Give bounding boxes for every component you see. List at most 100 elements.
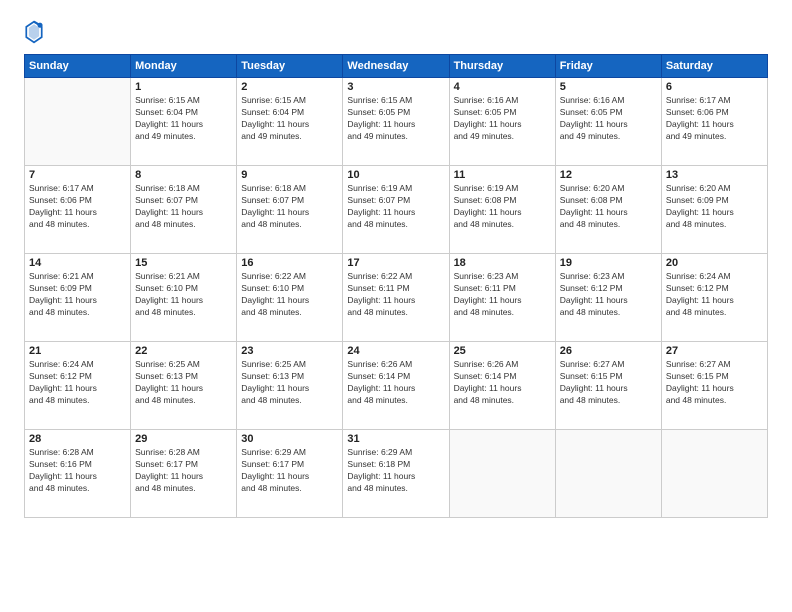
day-number: 26 <box>560 345 657 357</box>
day-info: Sunrise: 6:15 AM Sunset: 6:04 PM Dayligh… <box>241 95 338 143</box>
header <box>24 20 768 44</box>
day-info: Sunrise: 6:15 AM Sunset: 6:05 PM Dayligh… <box>347 95 444 143</box>
calendar-cell: 29 Sunrise: 6:28 AM Sunset: 6:17 PM Dayli… <box>131 430 237 518</box>
day-info: Sunrise: 6:28 AM Sunset: 6:17 PM Dayligh… <box>135 447 232 495</box>
day-number: 20 <box>666 257 763 269</box>
calendar-cell: 27 Sunrise: 6:27 AM Sunset: 6:15 PM Dayli… <box>661 342 767 430</box>
calendar-week-1: 1 Sunrise: 6:15 AM Sunset: 6:04 PM Daylig… <box>25 78 768 166</box>
day-info: Sunrise: 6:18 AM Sunset: 6:07 PM Dayligh… <box>241 183 338 231</box>
calendar-cell: 6 Sunrise: 6:17 AM Sunset: 6:06 PM Daylig… <box>661 78 767 166</box>
calendar-cell: 2 Sunrise: 6:15 AM Sunset: 6:04 PM Daylig… <box>237 78 343 166</box>
day-number: 28 <box>29 433 126 445</box>
calendar-cell: 28 Sunrise: 6:28 AM Sunset: 6:16 PM Dayli… <box>25 430 131 518</box>
calendar-cell: 4Sunrise: 6:16 AM Sunset: 6:05 PM Daylig… <box>449 78 555 166</box>
day-number: 29 <box>135 433 232 445</box>
logo <box>24 20 48 44</box>
calendar-cell: 20 Sunrise: 6:24 AM Sunset: 6:12 PM Dayli… <box>661 254 767 342</box>
day-info: Sunrise: 6:21 AM Sunset: 6:09 PM Dayligh… <box>29 271 126 319</box>
day-info: Sunrise: 6:26 AM Sunset: 6:14 PM Dayligh… <box>347 359 444 407</box>
day-header-wednesday: Wednesday <box>343 55 449 78</box>
calendar-header-row: SundayMondayTuesdayWednesdayThursdayFrid… <box>25 55 768 78</box>
day-header-tuesday: Tuesday <box>237 55 343 78</box>
day-number: 3 <box>347 81 444 93</box>
calendar-cell: 18 Sunrise: 6:23 AM Sunset: 6:11 PM Dayli… <box>449 254 555 342</box>
day-info: Sunrise: 6:19 AM Sunset: 6:08 PM Dayligh… <box>454 183 551 231</box>
day-info: Sunrise: 6:16 AM Sunset: 6:05 PM Dayligh… <box>454 95 551 143</box>
calendar-cell: 25 Sunrise: 6:26 AM Sunset: 6:14 PM Dayli… <box>449 342 555 430</box>
calendar-cell: 10 Sunrise: 6:19 AM Sunset: 6:07 PM Dayli… <box>343 166 449 254</box>
day-info: Sunrise: 6:28 AM Sunset: 6:16 PM Dayligh… <box>29 447 126 495</box>
day-info: Sunrise: 6:23 AM Sunset: 6:12 PM Dayligh… <box>560 271 657 319</box>
day-info: Sunrise: 6:21 AM Sunset: 6:10 PM Dayligh… <box>135 271 232 319</box>
calendar-cell: 17Sunrise: 6:22 AM Sunset: 6:11 PM Dayli… <box>343 254 449 342</box>
day-number: 5 <box>560 81 657 93</box>
page: SundayMondayTuesdayWednesdayThursdayFrid… <box>0 0 792 612</box>
calendar-cell: 7Sunrise: 6:17 AM Sunset: 6:06 PM Daylig… <box>25 166 131 254</box>
day-info: Sunrise: 6:22 AM Sunset: 6:10 PM Dayligh… <box>241 271 338 319</box>
day-number: 1 <box>135 81 232 93</box>
calendar-cell: 14 Sunrise: 6:21 AM Sunset: 6:09 PM Dayli… <box>25 254 131 342</box>
day-number: 21 <box>29 345 126 357</box>
day-number: 19 <box>560 257 657 269</box>
calendar-cell: 16 Sunrise: 6:22 AM Sunset: 6:10 PM Dayli… <box>237 254 343 342</box>
calendar-cell: 31Sunrise: 6:29 AM Sunset: 6:18 PM Dayli… <box>343 430 449 518</box>
day-number: 2 <box>241 81 338 93</box>
day-number: 17 <box>347 257 444 269</box>
day-number: 8 <box>135 169 232 181</box>
calendar-cell <box>449 430 555 518</box>
day-info: Sunrise: 6:27 AM Sunset: 6:15 PM Dayligh… <box>560 359 657 407</box>
day-info: Sunrise: 6:15 AM Sunset: 6:04 PM Dayligh… <box>135 95 232 143</box>
day-number: 18 <box>454 257 551 269</box>
calendar-cell: 24 Sunrise: 6:26 AM Sunset: 6:14 PM Dayli… <box>343 342 449 430</box>
day-info: Sunrise: 6:29 AM Sunset: 6:17 PM Dayligh… <box>241 447 338 495</box>
calendar-cell: 11 Sunrise: 6:19 AM Sunset: 6:08 PM Dayli… <box>449 166 555 254</box>
day-info: Sunrise: 6:26 AM Sunset: 6:14 PM Dayligh… <box>454 359 551 407</box>
calendar-cell <box>661 430 767 518</box>
day-number: 23 <box>241 345 338 357</box>
day-info: Sunrise: 6:24 AM Sunset: 6:12 PM Dayligh… <box>29 359 126 407</box>
logo-icon <box>24 20 44 44</box>
day-info: Sunrise: 6:20 AM Sunset: 6:08 PM Dayligh… <box>560 183 657 231</box>
day-header-sunday: Sunday <box>25 55 131 78</box>
day-info: Sunrise: 6:20 AM Sunset: 6:09 PM Dayligh… <box>666 183 763 231</box>
day-number: 15 <box>135 257 232 269</box>
calendar-week-4: 21 Sunrise: 6:24 AM Sunset: 6:12 PM Dayli… <box>25 342 768 430</box>
day-number: 13 <box>666 169 763 181</box>
day-number: 22 <box>135 345 232 357</box>
day-info: Sunrise: 6:25 AM Sunset: 6:13 PM Dayligh… <box>135 359 232 407</box>
day-header-monday: Monday <box>131 55 237 78</box>
calendar-cell: 5 Sunrise: 6:16 AM Sunset: 6:05 PM Daylig… <box>555 78 661 166</box>
day-number: 6 <box>666 81 763 93</box>
calendar-cell: 8 Sunrise: 6:18 AM Sunset: 6:07 PM Daylig… <box>131 166 237 254</box>
day-info: Sunrise: 6:19 AM Sunset: 6:07 PM Dayligh… <box>347 183 444 231</box>
calendar-cell: 30 Sunrise: 6:29 AM Sunset: 6:17 PM Dayli… <box>237 430 343 518</box>
day-info: Sunrise: 6:18 AM Sunset: 6:07 PM Dayligh… <box>135 183 232 231</box>
calendar-week-3: 14 Sunrise: 6:21 AM Sunset: 6:09 PM Dayli… <box>25 254 768 342</box>
day-info: Sunrise: 6:16 AM Sunset: 6:05 PM Dayligh… <box>560 95 657 143</box>
calendar-cell <box>25 78 131 166</box>
day-number: 27 <box>666 345 763 357</box>
day-number: 10 <box>347 169 444 181</box>
calendar-cell: 26 Sunrise: 6:27 AM Sunset: 6:15 PM Dayli… <box>555 342 661 430</box>
calendar-cell: 3 Sunrise: 6:15 AM Sunset: 6:05 PM Daylig… <box>343 78 449 166</box>
day-number: 30 <box>241 433 338 445</box>
day-number: 25 <box>454 345 551 357</box>
day-number: 31 <box>347 433 444 445</box>
calendar-cell: 12 Sunrise: 6:20 AM Sunset: 6:08 PM Dayli… <box>555 166 661 254</box>
calendar-cell: 19 Sunrise: 6:23 AM Sunset: 6:12 PM Dayli… <box>555 254 661 342</box>
day-number: 24 <box>347 345 444 357</box>
day-number: 11 <box>454 169 551 181</box>
day-info: Sunrise: 6:25 AM Sunset: 6:13 PM Dayligh… <box>241 359 338 407</box>
calendar-cell: 13 Sunrise: 6:20 AM Sunset: 6:09 PM Dayli… <box>661 166 767 254</box>
calendar-week-5: 28 Sunrise: 6:28 AM Sunset: 6:16 PM Dayli… <box>25 430 768 518</box>
day-number: 14 <box>29 257 126 269</box>
day-info: Sunrise: 6:24 AM Sunset: 6:12 PM Dayligh… <box>666 271 763 319</box>
day-number: 16 <box>241 257 338 269</box>
day-info: Sunrise: 6:27 AM Sunset: 6:15 PM Dayligh… <box>666 359 763 407</box>
calendar: SundayMondayTuesdayWednesdayThursdayFrid… <box>24 54 768 518</box>
day-header-friday: Friday <box>555 55 661 78</box>
day-info: Sunrise: 6:23 AM Sunset: 6:11 PM Dayligh… <box>454 271 551 319</box>
day-number: 12 <box>560 169 657 181</box>
day-info: Sunrise: 6:17 AM Sunset: 6:06 PM Dayligh… <box>666 95 763 143</box>
day-number: 9 <box>241 169 338 181</box>
